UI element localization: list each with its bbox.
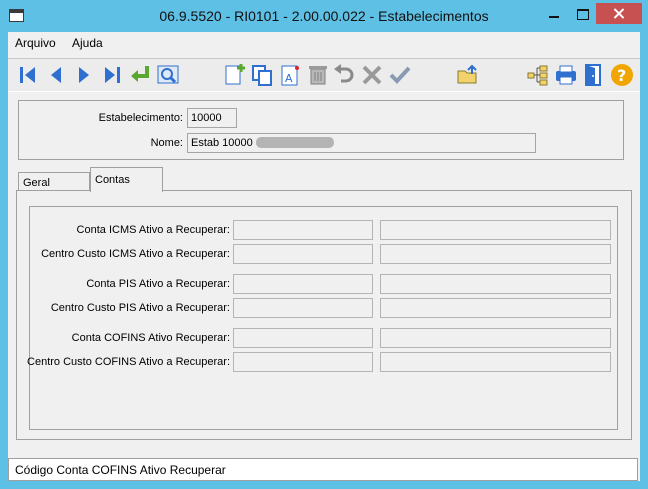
estabelecimento-field[interactable]: 10000 [187, 108, 237, 128]
printer-icon[interactable] [554, 63, 578, 87]
conta-cofins-description-field [380, 328, 611, 348]
menu-arquivo[interactable]: Arquivo [15, 36, 56, 50]
svg-text:A: A [285, 72, 293, 85]
help-icon[interactable]: ? [610, 63, 634, 87]
status-bar: Código Conta COFINS Ativo Recuperar [8, 458, 638, 481]
zoom-search-icon[interactable] [156, 63, 180, 87]
confirm-icon[interactable] [388, 63, 412, 87]
nome-value: Estab 10000 [191, 137, 253, 149]
undo-icon[interactable] [332, 63, 356, 87]
conta-pis-label: Conta PIS Ativo a Recuperar: [86, 278, 230, 290]
title-bar: 06.9.5520 - RI0101 - 2.00.00.022 - Estab… [0, 0, 648, 32]
nome-label: Nome: [150, 137, 183, 149]
centro-custo-pis-code-field[interactable] [233, 298, 373, 318]
tree-structure-icon[interactable] [526, 63, 550, 87]
add-record-icon[interactable] [222, 63, 246, 87]
svg-text:?: ? [617, 66, 626, 85]
exit-door-icon[interactable] [582, 63, 606, 87]
return-arrow-icon[interactable] [128, 63, 152, 87]
tab-geral[interactable]: Geral [18, 172, 90, 190]
nome-field[interactable]: Estab 10000 [187, 133, 536, 153]
header-panel: Estabelecimento: 10000 Nome: Estab 10000 [18, 100, 624, 160]
centro-custo-cofins-description-field [380, 352, 611, 372]
estabelecimento-label: Estabelecimento: [98, 112, 183, 124]
tab-contas-label: Contas [95, 174, 130, 186]
edit-record-icon[interactable]: A [278, 63, 302, 87]
conta-pis-description-field [380, 274, 611, 294]
tab-contas[interactable]: Contas [90, 167, 163, 192]
maximize-button[interactable] [568, 3, 596, 24]
last-record-icon[interactable] [100, 63, 124, 87]
previous-record-icon[interactable] [44, 63, 68, 87]
minimize-button[interactable] [540, 3, 568, 24]
centro-custo-pis-label: Centro Custo PIS Ativo a Recuperar: [50, 302, 230, 314]
conta-icms-label: Conta ICMS Ativo a Recuperar: [76, 224, 230, 236]
toolbar: A ? [8, 58, 640, 92]
centro-custo-pis-description-field [380, 298, 611, 318]
delete-record-icon[interactable] [306, 63, 330, 87]
conta-icms-description-field [380, 220, 611, 240]
centro-custo-icms-code-field[interactable] [233, 244, 373, 264]
menu-bar: Arquivo Ajuda [8, 32, 640, 54]
conta-pis-code-field[interactable] [233, 274, 373, 294]
close-button[interactable] [596, 3, 642, 24]
conta-cofins-label: Conta COFINS Ativo Recuperar: [71, 332, 230, 344]
menu-ajuda[interactable]: Ajuda [72, 36, 103, 50]
cancel-icon[interactable] [360, 63, 384, 87]
next-record-icon[interactable] [72, 63, 96, 87]
centro-custo-icms-label: Centro Custo ICMS Ativo a Recuperar: [41, 248, 230, 260]
centro-custo-icms-description-field [380, 244, 611, 264]
status-text: Código Conta COFINS Ativo Recuperar [15, 463, 226, 477]
first-record-icon[interactable] [16, 63, 40, 87]
conta-cofins-code-field[interactable] [233, 328, 373, 348]
redacted-block [255, 137, 334, 148]
centro-custo-cofins-label: Centro Custo COFINS Ativo a Recuperar: [27, 356, 230, 368]
conta-icms-code-field[interactable] [233, 220, 373, 240]
open-folder-icon[interactable] [456, 63, 480, 87]
copy-record-icon[interactable] [250, 63, 274, 87]
estabelecimento-value: 10000 [191, 112, 222, 124]
window-client-area: Arquivo Ajuda A ? Estabelecimento: 10000… [8, 32, 640, 481]
centro-custo-cofins-code-field[interactable] [233, 352, 373, 372]
tab-geral-label: Geral [23, 177, 50, 189]
